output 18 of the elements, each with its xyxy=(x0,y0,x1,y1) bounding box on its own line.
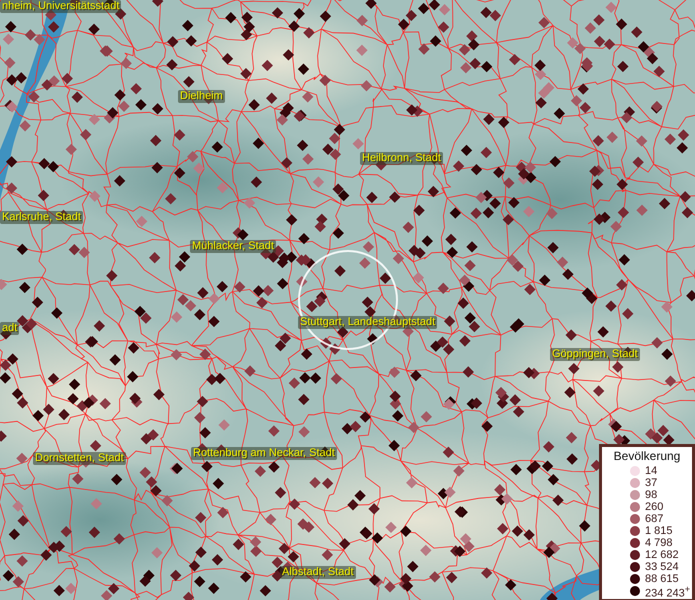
legend-label: 14 xyxy=(645,465,658,477)
place-label: Stuttgart, Landeshauptstadt xyxy=(298,316,438,329)
legend-label: 260 xyxy=(645,501,664,513)
legend-label: 88 615 xyxy=(645,573,679,585)
place-label: Dielheim xyxy=(178,90,225,103)
legend-label: 98 xyxy=(645,489,658,501)
place-label: Mühlacker, Stadt xyxy=(190,240,276,253)
place-label: Heilbronn, Stadt xyxy=(360,152,443,165)
legend-title: Bevölkerung xyxy=(612,449,682,463)
place-label: adt xyxy=(0,322,20,335)
legend-label: 1 815 xyxy=(645,525,673,537)
legend-label: 234 243$^{+}$ xyxy=(645,582,690,600)
place-label: Karlsruhe, Stadt xyxy=(0,211,83,224)
legend-label: 12 682 xyxy=(645,549,679,561)
legend-label: 687 xyxy=(645,513,664,525)
legend-label: 33 524 xyxy=(645,561,679,573)
legend-label: 37 xyxy=(645,477,658,489)
legend-label: 4 798 xyxy=(645,537,673,549)
